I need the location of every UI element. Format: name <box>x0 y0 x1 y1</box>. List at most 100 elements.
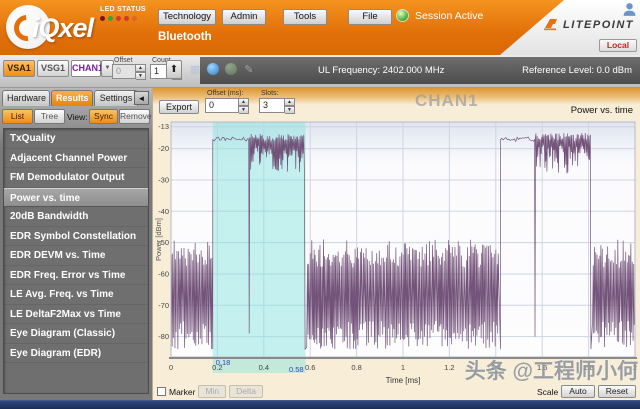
frequency-info-bar: UL Frequency: 2402.000 MHz Reference Lev… <box>200 57 640 84</box>
litepoint-logo-icon <box>544 19 558 31</box>
list-item-edr-freq-error-vs-time[interactable]: EDR Freq. Error vs Time <box>4 266 148 285</box>
marker-start-label: 0.18 <box>216 358 231 367</box>
chart-panel: Export Offset (ms): 0 ▲ ▼ Slots: 3 ▲ ▼ CHA… <box>152 88 640 400</box>
grid-table-icon[interactable]: ▦ <box>188 63 202 78</box>
x-tick-label: 0.4 <box>259 363 269 372</box>
channel-watermark: CHAN1 <box>415 91 479 110</box>
offset-ms-spinner[interactable]: 0 ▲ ▼ <box>205 98 249 114</box>
chart-title: Power vs. time <box>570 105 633 116</box>
slots-spinner-arrows[interactable]: ▲ ▼ <box>285 98 295 114</box>
slots-value[interactable]: 3 <box>259 98 285 113</box>
marker-end-label: 0.58 <box>289 365 304 374</box>
offset-spinner-arrows[interactable]: ▲ ▼ <box>136 64 146 80</box>
tab-results[interactable]: Results <box>51 90 93 106</box>
offset-label: Offset <box>114 57 133 64</box>
reference-level-text: Reference Level: 0.0 dBm <box>522 65 632 76</box>
admin-menu-button[interactable]: Admin <box>222 9 266 25</box>
x-tick-label: 0.8 <box>351 363 361 372</box>
session-status-text: Session Active <box>415 9 484 22</box>
channel-select[interactable]: CHAN1 <box>71 60 103 77</box>
tree-view-button[interactable]: Tree <box>34 109 65 124</box>
scale-controls: Scale Auto Reset <box>537 385 636 398</box>
offset-value[interactable]: 0 <box>112 64 136 79</box>
tab-hardware[interactable]: Hardware <box>2 90 50 106</box>
list-item-edr-devm-vs-time[interactable]: EDR DEVM vs. Time <box>4 246 148 266</box>
up-arrow-icon[interactable]: ▲ <box>239 98 249 106</box>
tab-settings[interactable]: Settings <box>94 90 138 106</box>
delta-button[interactable]: Delta <box>229 385 263 398</box>
list-item-power-vs-time[interactable]: Power vs. time <box>4 187 148 207</box>
y-tick-label: -40 <box>158 207 169 216</box>
vsa1-button[interactable]: VSA1 <box>3 60 35 77</box>
power-vs-time-chart: -13-20-30-40-50-60-70-800 0.2 0.4 0.6 0.8 1 1.… <box>155 121 637 385</box>
list-item-20db-bandwidth[interactable]: 20dB Bandwidth <box>4 207 148 227</box>
led-dot-icon <box>108 16 113 21</box>
x-tick-label: 0.6 <box>305 363 315 372</box>
results-sidebar: Hardware Results Settings ◄ List Tree Vi… <box>0 88 152 400</box>
tools-menu-button[interactable]: Tools <box>283 9 327 25</box>
list-item-edr-symbol-constellation[interactable]: EDR Symbol Constellation <box>4 227 148 246</box>
down-arrow-icon[interactable]: ▼ <box>285 106 295 114</box>
brand-text: LITEPOINT <box>563 18 634 31</box>
user-icon[interactable] <box>623 2 636 17</box>
ul-frequency-text: UL Frequency: 2402.000 MHz <box>318 65 445 76</box>
session-active-icon <box>396 9 409 22</box>
y-tick-label: -70 <box>158 301 169 310</box>
y-tick-label: -13 <box>158 122 169 131</box>
offset-ms-spinner-arrows[interactable]: ▲ ▼ <box>239 98 249 114</box>
up-arrow-icon[interactable]: ▲ <box>136 64 146 72</box>
x-axis-title: Time [ms] <box>386 376 421 385</box>
marker-controls: Marker Min Delta <box>157 385 263 398</box>
down-arrow-icon[interactable]: ▼ <box>136 72 146 80</box>
reset-scale-button[interactable]: Reset <box>597 385 636 398</box>
dock-pin-button[interactable]: ◄ <box>134 91 149 105</box>
x-tick-label: 1 <box>401 363 405 372</box>
brand-area: LITEPOINT Local <box>500 0 640 55</box>
marker-checkbox[interactable] <box>157 387 166 396</box>
led-dot-icon <box>124 16 129 21</box>
remove-button[interactable]: Remove <box>119 109 152 124</box>
y-tick-label: -30 <box>158 175 169 184</box>
led-dot-icon <box>116 16 121 21</box>
view-label: View: <box>67 112 88 122</box>
list-item-adjacent-channel-power[interactable]: Adjacent Channel Power <box>4 149 148 168</box>
list-item-eye-diagram-classic[interactable]: Eye Diagram (Classic) <box>4 324 148 344</box>
y-tick-label: -80 <box>158 332 169 341</box>
led-status-label: LED STATUS <box>100 6 146 13</box>
list-view-button[interactable]: List <box>2 109 33 124</box>
up-arrow-icon[interactable]: ▲ <box>285 98 295 106</box>
led-status: LED STATUS <box>100 6 160 21</box>
session-status: Session Active <box>396 9 483 22</box>
bluetooth-tab[interactable]: Bluetooth <box>158 31 212 43</box>
down-arrow-icon[interactable]: ▼ <box>239 106 249 114</box>
auto-scale-button[interactable]: Auto <box>561 385 595 398</box>
list-item-le-avg-freq-vs-time[interactable]: LE Avg. Freq. vs Time <box>4 285 148 305</box>
file-menu-button[interactable]: File <box>348 9 392 25</box>
instrument-toolbar: VSA1 VSG1 CHAN1 ▼ Offset 0 ▲▼ Count 1 ▲▼… <box>0 55 640 88</box>
capture-up-arrow-button[interactable]: ⬆ <box>166 60 182 79</box>
results-list: TxQuality Adjacent Channel Power FM Demo… <box>3 128 149 394</box>
list-item-txquality[interactable]: TxQuality <box>4 129 148 149</box>
checkmark-icon <box>224 63 238 78</box>
min-button[interactable]: Min <box>198 385 227 398</box>
technology-menu-button[interactable]: Technology <box>158 9 216 25</box>
offset-spinner[interactable]: 0 ▲ ▼ <box>112 64 146 80</box>
slots-spinner[interactable]: 3 ▲ ▼ <box>259 98 295 114</box>
offset-ms-value[interactable]: 0 <box>205 98 239 113</box>
led-dots <box>100 16 160 21</box>
sync-button[interactable]: Sync <box>89 109 118 124</box>
scale-label: Scale <box>537 386 559 397</box>
local-button[interactable]: Local <box>599 39 637 52</box>
edit-pencil-icon: ✎ <box>244 64 254 76</box>
refresh-icon[interactable] <box>206 63 220 78</box>
y-tick-label: -20 <box>158 144 169 153</box>
status-footer-bar <box>0 400 640 409</box>
list-item-le-deltaf2max-vs-time[interactable]: LE DeltaF2Max vs Time <box>4 305 148 324</box>
export-button[interactable]: Export <box>159 100 199 114</box>
list-item-fm-demodulator-output[interactable]: FM Demodulator Output <box>4 168 148 188</box>
x-tick-label: 1.2 <box>444 363 454 372</box>
vsg1-button[interactable]: VSG1 <box>37 60 69 77</box>
x-tick-label: 0 <box>169 363 173 372</box>
toutiao-watermark: 头条 @工程师小何 <box>464 360 638 383</box>
list-item-eye-diagram-edr[interactable]: Eye Diagram (EDR) <box>4 344 148 363</box>
